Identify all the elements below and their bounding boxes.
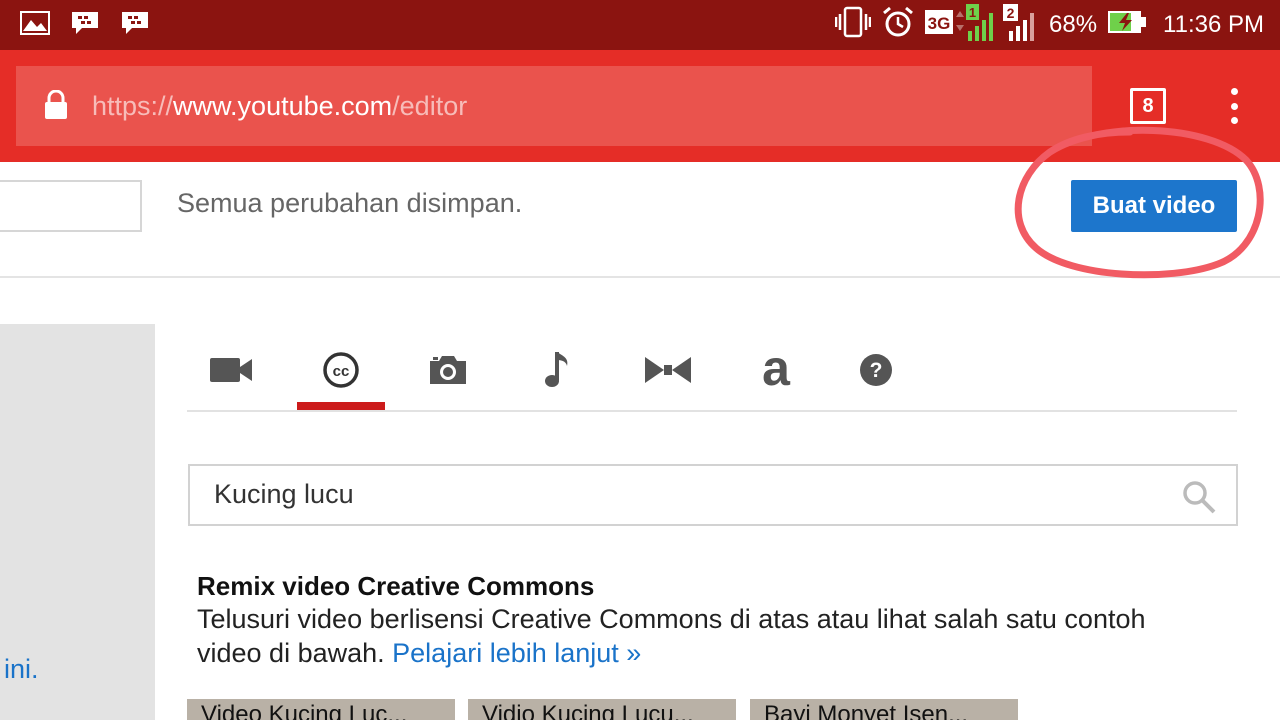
- help-icon: ?: [860, 354, 892, 386]
- tab-switcher-button[interactable]: 8: [1130, 88, 1166, 124]
- search-input-value: Kucing lucu: [214, 479, 354, 509]
- url-path: /editor: [392, 91, 468, 121]
- create-video-button[interactable]: Buat video: [1071, 180, 1237, 232]
- clock: 11:36 PM: [1163, 11, 1264, 38]
- tool-tabs: cc a ?: [187, 330, 1237, 412]
- svg-text:3G: 3G: [928, 14, 951, 33]
- project-title-input[interactable]: [0, 180, 142, 232]
- tab-audio[interactable]: [514, 330, 602, 410]
- tab-creative-commons[interactable]: cc: [297, 330, 385, 410]
- status-bar: 3G 1 2 68% 11:36 PM: [0, 0, 1280, 50]
- svg-text:cc: cc: [333, 363, 350, 380]
- tab-video[interactable]: [187, 330, 275, 410]
- gallery-icon: [20, 10, 50, 36]
- lock-icon: [44, 89, 68, 120]
- video-thumbnail[interactable]: Bayi Monyet Isen...: [750, 699, 1018, 720]
- battery-charging-icon: [1107, 9, 1147, 42]
- url-scheme: https://: [92, 91, 174, 121]
- vibrate-icon: [834, 6, 872, 45]
- video-thumbnail[interactable]: Vidio Kucing Lucu...: [468, 699, 736, 720]
- editor-header: Semua perubahan disimpan. Buat video: [0, 162, 1280, 278]
- transitions-icon: [645, 357, 691, 383]
- signal-icon: 2: [1003, 3, 1039, 48]
- url-host: www.youtube.com: [173, 91, 393, 121]
- tab-help[interactable]: ?: [832, 330, 920, 410]
- tab-transitions[interactable]: [624, 330, 712, 410]
- text-icon: a: [762, 350, 791, 390]
- tab-text[interactable]: a: [732, 330, 820, 410]
- save-status-text: Semua perubahan disimpan.: [177, 188, 523, 218]
- search-icon[interactable]: [1182, 480, 1216, 514]
- cc-info-title: Remix video Creative Commons: [197, 571, 595, 601]
- cc-info: Remix video Creative Commons Telusuri vi…: [197, 570, 1197, 670]
- svg-text:2: 2: [1007, 5, 1015, 21]
- cc-info-description: Telusuri video berlisensi Creative Commo…: [197, 602, 1197, 670]
- video-camera-icon: [210, 358, 252, 382]
- video-thumbnail-title: Vidio Kucing Lucu...: [482, 701, 694, 720]
- bbm-icon: [120, 10, 150, 36]
- browser-toolbar: https://www.youtube.com/editor 8: [0, 50, 1280, 162]
- left-panel-link[interactable]: ini.: [4, 654, 39, 685]
- overflow-menu-icon[interactable]: [1222, 88, 1246, 124]
- svg-text:1: 1: [969, 5, 976, 20]
- svg-text:a: a: [762, 350, 791, 390]
- alarm-icon: [881, 5, 915, 46]
- photo-camera-icon: [430, 356, 466, 384]
- url-text: https://www.youtube.com/editor: [92, 90, 467, 122]
- video-thumbnail[interactable]: Video Kucing Luc...: [187, 699, 455, 720]
- svg-text:?: ?: [870, 359, 883, 382]
- cc-info-text: Telusuri video berlisensi Creative Commo…: [197, 604, 1146, 668]
- battery-percent: 68%: [1049, 11, 1098, 38]
- music-note-icon: [545, 352, 568, 387]
- network-type-icon: 3G 1: [925, 3, 993, 48]
- creative-commons-icon: cc: [323, 352, 359, 388]
- video-thumbnail-title: Bayi Monyet Isen...: [764, 701, 969, 720]
- video-thumbnail-title: Video Kucing Luc...: [201, 701, 408, 720]
- learn-more-link[interactable]: Pelajari lebih lanjut »: [392, 638, 641, 668]
- bbm-icon: [70, 10, 100, 36]
- search-input[interactable]: Kucing lucu: [188, 464, 1238, 526]
- tab-photos[interactable]: [404, 330, 492, 410]
- left-panel: ini.: [0, 324, 155, 720]
- address-bar[interactable]: https://www.youtube.com/editor: [16, 66, 1092, 146]
